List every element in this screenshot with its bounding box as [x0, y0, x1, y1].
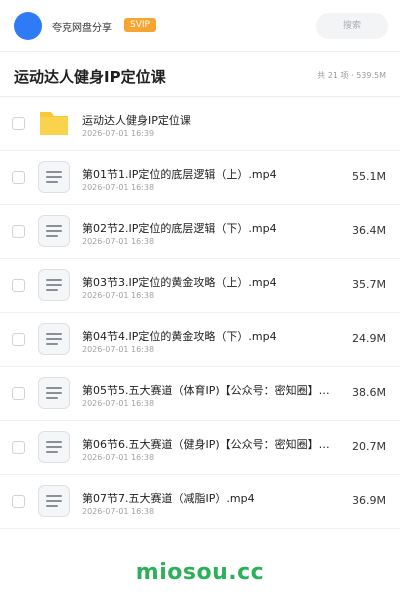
- file-size: 36.4M: [352, 224, 386, 237]
- folder-header: 运动达人健身IP定位课 共 21 项 · 539.5M: [0, 52, 400, 97]
- file-icon: [38, 269, 70, 301]
- row-checkbox[interactable]: [12, 117, 25, 130]
- list-item[interactable]: 运动达人健身IP定位课 2026-07-01 16:39: [0, 97, 400, 151]
- file-icon: [38, 161, 70, 193]
- file-date: 2026-07-01 16:38: [82, 183, 155, 192]
- file-date: 2026-07-01 16:39: [82, 129, 155, 138]
- file-date: 2026-07-01 16:38: [82, 237, 155, 246]
- file-icon: [38, 485, 70, 517]
- file-icon: [38, 431, 70, 463]
- file-name: 第03节3.IP定位的黄金攻略（上）.mp4: [82, 276, 277, 289]
- file-name: 第04节4.IP定位的黄金攻略（下）.mp4: [82, 330, 277, 343]
- row-checkbox[interactable]: [12, 387, 25, 400]
- list-item[interactable]: 第07节7.五大赛道（减脂IP）.mp4 2026-07-01 16:38 36…: [0, 475, 400, 529]
- list-item[interactable]: 第04节4.IP定位的黄金攻略（下）.mp4 2026-07-01 16:38 …: [0, 313, 400, 367]
- file-icon: [38, 215, 70, 247]
- file-icon: [38, 377, 70, 409]
- file-size: 38.6M: [352, 386, 386, 399]
- top-bar: 夸克网盘分享 SVIP 搜索: [0, 0, 400, 52]
- file-name: 运动达人健身IP定位课: [82, 114, 191, 127]
- row-checkbox[interactable]: [12, 495, 25, 508]
- list-item[interactable]: 第02节2.IP定位的底层逻辑（下）.mp4 2026-07-01 16:38 …: [0, 205, 400, 259]
- share-owner-name: 夸克网盘分享: [52, 23, 112, 34]
- file-date: 2026-07-01 16:38: [82, 507, 155, 516]
- row-checkbox[interactable]: [12, 171, 25, 184]
- file-size: 36.9M: [352, 494, 386, 507]
- list-item[interactable]: 第06节6.五大赛道（健身IP)【公众号：密知圈】… 2026-07-01 16…: [0, 421, 400, 475]
- search-input[interactable]: 搜索: [316, 13, 388, 39]
- row-checkbox[interactable]: [12, 225, 25, 238]
- row-checkbox[interactable]: [12, 333, 25, 346]
- watermark: miosou.cc: [135, 560, 265, 585]
- file-name: 第07节7.五大赛道（减脂IP）.mp4: [82, 492, 255, 505]
- svip-badge: SVIP: [124, 18, 156, 32]
- page-title: 运动达人健身IP定位课: [14, 68, 166, 86]
- row-checkbox[interactable]: [12, 441, 25, 454]
- file-date: 2026-07-01 16:38: [82, 345, 155, 354]
- list-item[interactable]: 第01节1.IP定位的底层逻辑（上）.mp4 2026-07-01 16:38 …: [0, 151, 400, 205]
- file-size: 55.1M: [352, 170, 386, 183]
- file-size: 35.7M: [352, 278, 386, 291]
- list-item[interactable]: 第03节3.IP定位的黄金攻略（上）.mp4 2026-07-01 16:38 …: [0, 259, 400, 313]
- list-item[interactable]: 第05节5.五大赛道（体育IP)【公众号：密知圈】… 2026-07-01 16…: [0, 367, 400, 421]
- row-checkbox[interactable]: [12, 279, 25, 292]
- file-list: 运动达人健身IP定位课 2026-07-01 16:39 第01节1.IP定位的…: [0, 97, 400, 529]
- item-count-summary: 共 21 项 · 539.5M: [317, 71, 386, 80]
- file-size: 24.9M: [352, 332, 386, 345]
- file-name: 第06节6.五大赛道（健身IP)【公众号：密知圈】…: [82, 438, 330, 451]
- file-date: 2026-07-01 16:38: [82, 291, 155, 300]
- file-name: 第02节2.IP定位的底层逻辑（下）.mp4: [82, 222, 277, 235]
- file-name: 第01节1.IP定位的底层逻辑（上）.mp4: [82, 168, 277, 181]
- folder-icon: [40, 112, 68, 135]
- file-name: 第05节5.五大赛道（体育IP)【公众号：密知圈】…: [82, 384, 330, 397]
- file-date: 2026-07-01 16:38: [82, 453, 155, 462]
- file-date: 2026-07-01 16:38: [82, 399, 155, 408]
- file-size: 20.7M: [352, 440, 386, 453]
- avatar[interactable]: [14, 12, 42, 40]
- file-icon: [38, 323, 70, 355]
